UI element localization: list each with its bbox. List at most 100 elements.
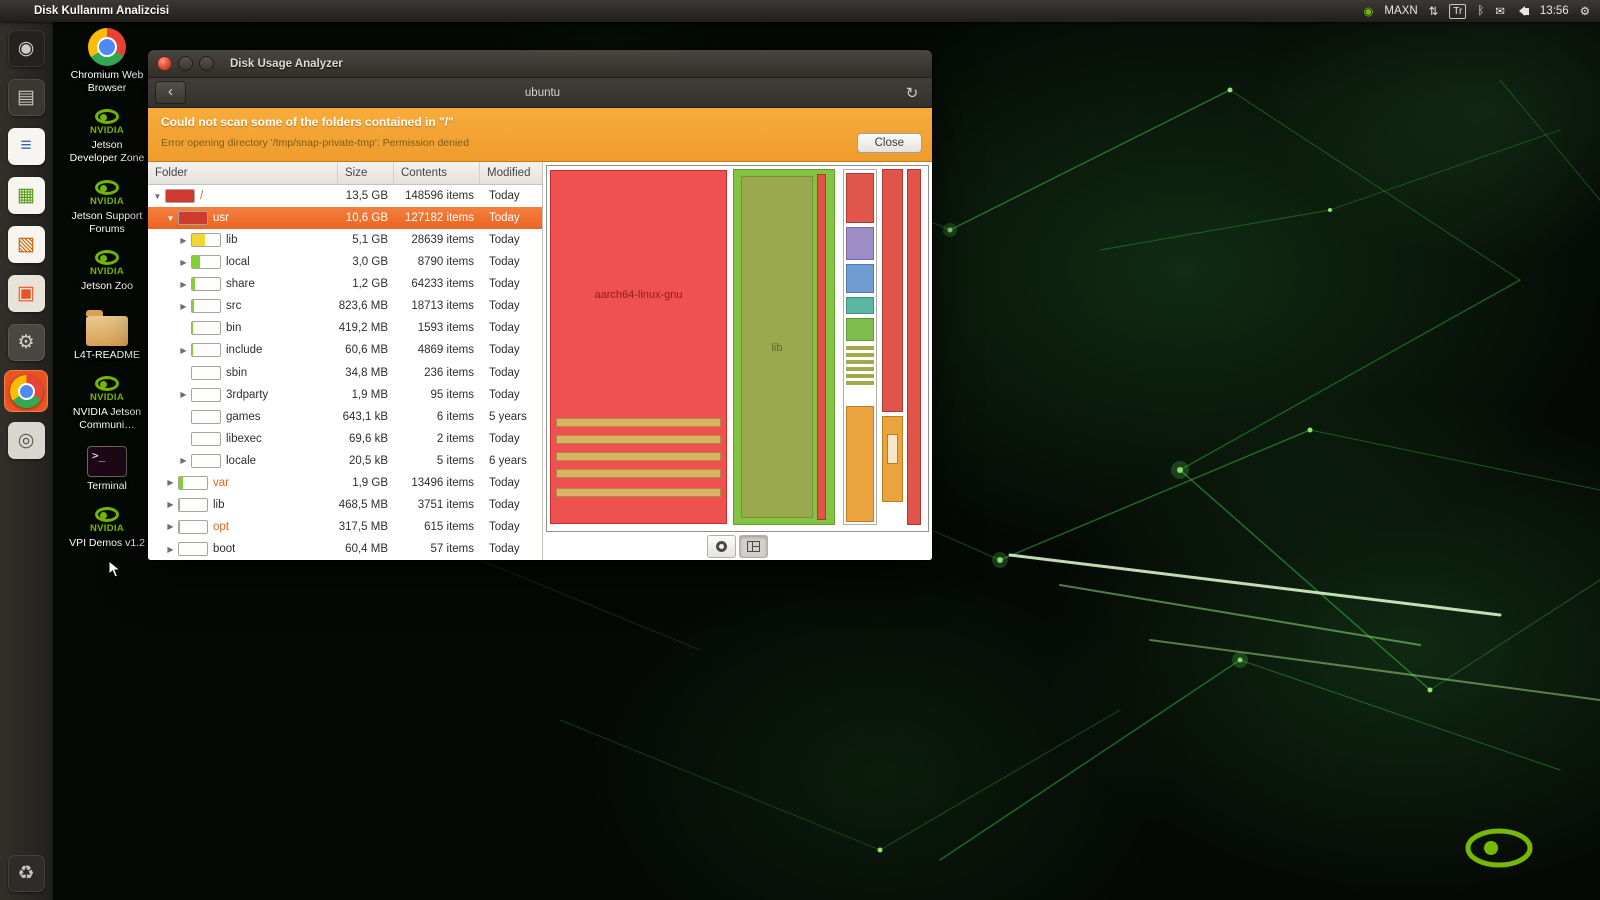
mail-icon[interactable]: ✉ — [1495, 4, 1505, 18]
table-row[interactable]: ▶ include 60,6 MB 4869 items Today — [148, 339, 542, 361]
treemap-block-sq-green[interactable] — [846, 318, 874, 341]
maximize-window-button[interactable] — [199, 56, 214, 71]
treemap-block-sq-red[interactable] — [846, 173, 874, 223]
expander-icon[interactable]: ▶ — [178, 302, 189, 311]
launcher-item-chromium[interactable] — [4, 370, 48, 412]
usage-bar — [178, 497, 208, 512]
table-row[interactable]: libexec 69,6 kB 2 items Today — [148, 428, 542, 450]
size-cell: 823,6 MB — [338, 300, 388, 313]
treemap-block-col4-red[interactable] — [882, 169, 903, 412]
warning-close-button[interactable]: Close — [856, 133, 922, 153]
desktop-icon-terminal[interactable]: >_ Terminal — [68, 446, 146, 493]
table-row[interactable]: ▶ src 823,6 MB 18713 items Today — [148, 295, 542, 317]
table-row[interactable]: ▼ usr 10,6 GB 127182 items Today — [148, 207, 542, 230]
expander-icon[interactable]: ▶ — [178, 390, 189, 399]
table-row[interactable]: ▶ opt 317,5 MB 615 items Today — [148, 516, 542, 538]
treemap-block-lib-inner[interactable]: lib — [741, 176, 813, 518]
size-cell: 60,6 MB — [345, 344, 388, 357]
treemap-block-sq-blue[interactable] — [846, 264, 874, 293]
titlebar[interactable]: Disk Usage Analyzer — [148, 50, 932, 78]
table-row[interactable]: sbin 34,8 MB 236 items Today — [148, 362, 542, 384]
expander-icon[interactable]: ▶ — [165, 522, 176, 531]
table-row[interactable]: ▶ lib 468,5 MB 3751 items Today — [148, 494, 542, 516]
launcher-item-trash[interactable]: ♻ — [4, 852, 48, 894]
expander-icon[interactable]: ▼ — [152, 192, 163, 201]
close-window-button[interactable] — [157, 56, 172, 71]
expander-icon[interactable]: ▶ — [165, 500, 176, 509]
table-row[interactable]: ▶ local 3,0 GB 8790 items Today — [148, 251, 542, 273]
table-row[interactable]: ▶ lib 5,1 GB 28639 items Today — [148, 229, 542, 251]
keyboard-layout-indicator[interactable]: Tr — [1449, 3, 1467, 19]
back-button[interactable]: ‹ — [155, 81, 186, 104]
treemap-chart[interactable]: aarch64-linux-gnu lib — [546, 165, 929, 532]
table-row[interactable]: games 643,1 kB 6 items 5 years — [148, 406, 542, 428]
treemap-block-stripe-4[interactable] — [556, 469, 721, 478]
expander-icon[interactable]: ▶ — [178, 456, 189, 465]
table-row[interactable]: bin 419,2 MB 1593 items Today — [148, 317, 542, 339]
power-mode-label[interactable]: MAXN — [1384, 5, 1417, 17]
table-row[interactable]: ▼/13,5 GB 148596 items Today — [148, 185, 542, 207]
expander-icon[interactable]: ▶ — [178, 280, 189, 289]
refresh-icon[interactable]: ↻ — [899, 84, 925, 102]
treemap-block-thin-4[interactable] — [846, 367, 874, 371]
launcher-item-disks[interactable]: ◎ — [4, 419, 48, 461]
expander-icon[interactable]: ▶ — [178, 346, 189, 355]
desktop-icon-l4t-readme[interactable]: L4T-README — [68, 307, 146, 362]
treemap-block-stripe-2[interactable] — [556, 435, 721, 444]
expander-icon[interactable]: ▶ — [165, 478, 176, 487]
rings-chart-icon — [716, 540, 727, 552]
expander-icon[interactable]: ▶ — [178, 236, 189, 245]
desktop-icon-jetson-support-forums[interactable]: NVIDIA Jetson Support Forums — [68, 179, 146, 236]
table-row[interactable]: ▶ var 1,9 GB 13496 items Today — [148, 472, 542, 494]
column-header-size[interactable]: Size — [338, 162, 394, 184]
treemap-view-button[interactable] — [739, 534, 768, 558]
volume-icon[interactable] — [1516, 6, 1529, 16]
nvidia-wordmark: NVIDIA — [90, 392, 124, 403]
treemap-block-sq-purple[interactable] — [846, 227, 874, 260]
expander-icon[interactable]: ▶ — [165, 545, 176, 554]
unity-launcher: ◉ ▤ ≡ ▦ ▧ ▣ ⚙ ◎ ♻ — [0, 22, 53, 900]
column-header-folder[interactable]: Folder — [148, 162, 338, 184]
session-gear-icon[interactable]: ⚙ — [1580, 4, 1590, 18]
desktop-icon-chromium-web-browser[interactable]: Chromium Web Browser — [68, 28, 146, 95]
desktop-icon-nvidia-jetson-communi-[interactable]: NVIDIA NVIDIA Jetson Communi… — [68, 376, 146, 432]
bluetooth-icon[interactable]: ᛒ — [1477, 5, 1484, 17]
treemap-block-thin-1[interactable] — [846, 346, 874, 350]
launcher-item-libreoffice-calc[interactable]: ▦ — [4, 174, 48, 216]
launcher-item-ubuntu-software[interactable]: ▣ — [4, 272, 48, 314]
treemap-block-thin-6[interactable] — [846, 381, 874, 385]
clock[interactable]: 13:56 — [1540, 5, 1569, 17]
treemap-block-thin-2[interactable] — [846, 353, 874, 357]
treemap-block-stripe-5[interactable] — [556, 488, 721, 497]
updown-arrows-icon[interactable]: ⇅ — [1429, 4, 1439, 18]
desktop-icon-jetson-developer-zone[interactable]: NVIDIA Jetson Developer Zone — [68, 109, 146, 165]
expander-icon[interactable]: ▶ — [178, 258, 189, 267]
minimize-window-button[interactable] — [178, 56, 193, 71]
column-header-contents[interactable]: Contents — [394, 162, 480, 184]
treemap-block-stripe-1[interactable] — [556, 418, 721, 427]
table-row[interactable]: ▶ share 1,2 GB 64233 items Today — [148, 273, 542, 295]
treemap-block-col5-red[interactable] — [907, 169, 921, 525]
treemap-block-stripe-3[interactable] — [556, 452, 721, 461]
table-row[interactable]: ▶ locale 20,5 kB 5 items 6 years — [148, 450, 542, 472]
treemap-block-col3-orange[interactable] — [846, 406, 874, 522]
nvidia-tray-icon[interactable]: ◉ — [1363, 4, 1373, 18]
treemap-block-lib-red-strip[interactable] — [817, 174, 826, 520]
table-row[interactable]: ▶ 3rdparty 1,9 MB 95 items Today — [148, 384, 542, 406]
treemap-block-sq-teal[interactable] — [846, 297, 874, 314]
launcher-item-libreoffice-writer[interactable]: ≡ — [4, 125, 48, 167]
rings-chart-view-button[interactable] — [707, 534, 736, 558]
launcher-item-system-settings[interactable]: ⚙ — [4, 321, 48, 363]
launcher-item-libreoffice-impress[interactable]: ▧ — [4, 223, 48, 265]
table-row[interactable]: ▶ boot 60,4 MB 57 items Today — [148, 538, 542, 560]
launcher-item-dash[interactable]: ◉ — [4, 27, 48, 69]
desktop-icon-vpi-demos-v1-2[interactable]: NVIDIA VPI Demos v1.2 — [68, 507, 146, 550]
expander-icon[interactable]: ▼ — [165, 214, 176, 223]
modified-cell: Today — [489, 476, 520, 489]
treemap-block-thin-5[interactable] — [846, 374, 874, 378]
column-header-modified[interactable]: Modified — [480, 162, 542, 184]
treemap-block-thin-3[interactable] — [846, 360, 874, 364]
launcher-item-file-cabinet[interactable]: ▤ — [4, 76, 48, 118]
desktop-icon-jetson-zoo[interactable]: NVIDIA Jetson Zoo — [68, 249, 146, 293]
treemap-block-col4-box[interactable] — [887, 434, 898, 464]
